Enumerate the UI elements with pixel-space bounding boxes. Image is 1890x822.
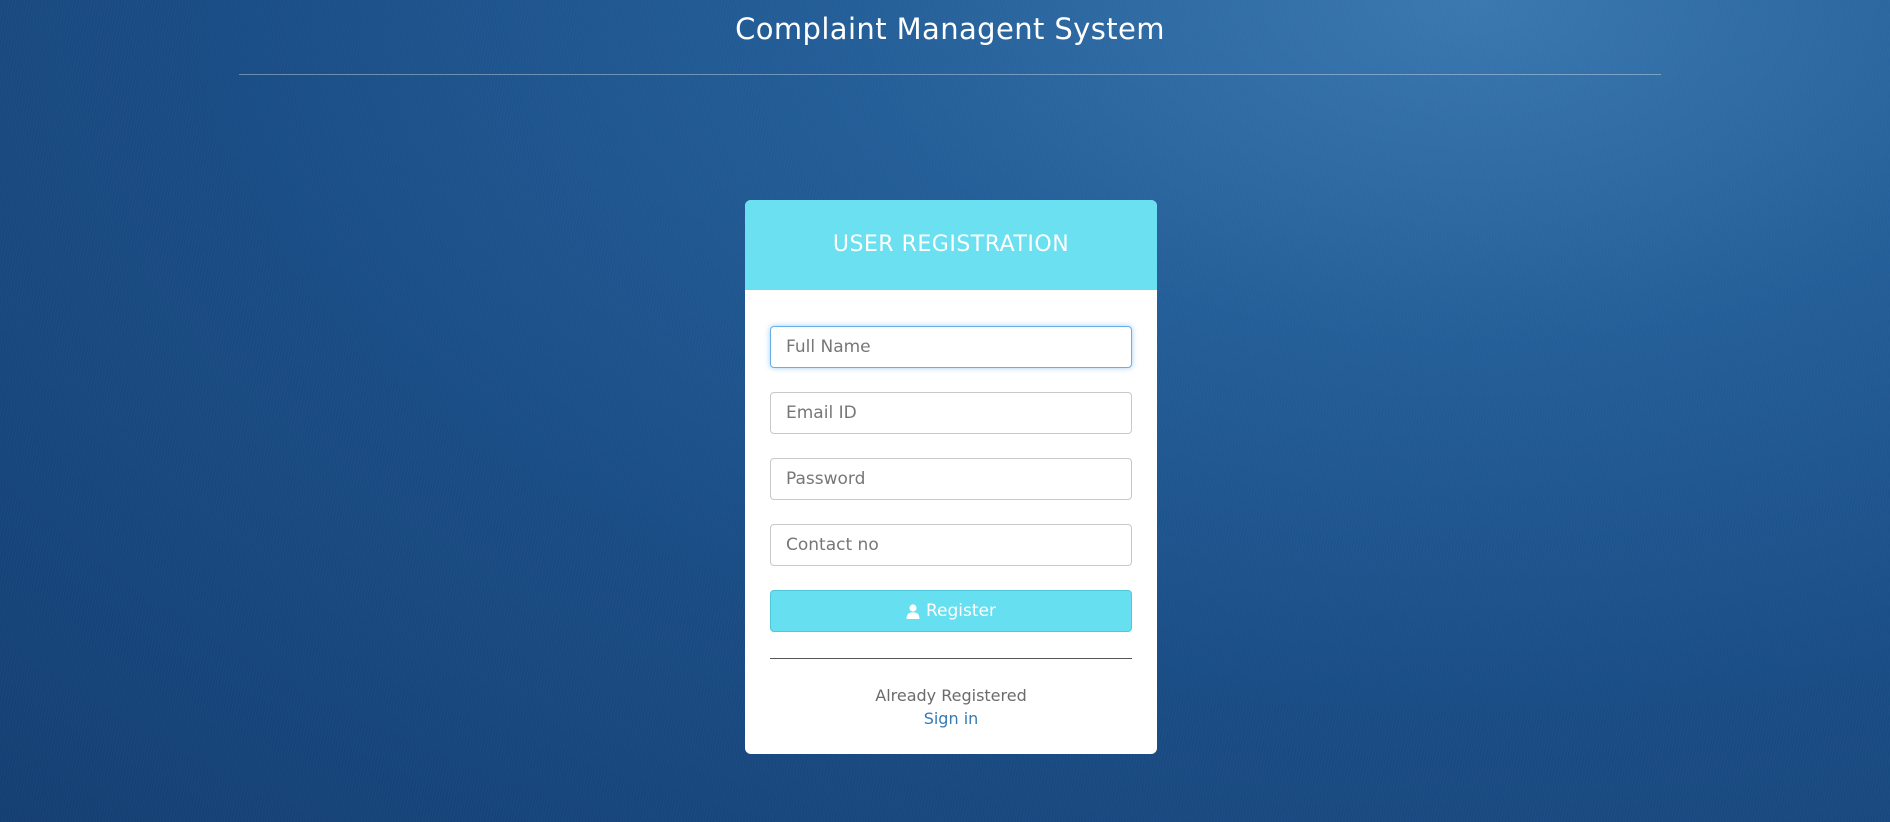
card-header: USER REGISTRATION (745, 200, 1157, 290)
email-input[interactable] (770, 392, 1132, 434)
user-icon (906, 603, 920, 619)
divider (770, 658, 1132, 659)
password-input[interactable] (770, 458, 1132, 500)
contact-input[interactable] (770, 524, 1132, 566)
page-title: Complaint Managent System (735, 12, 1165, 46)
card-title: USER REGISTRATION (832, 232, 1070, 257)
sign-in-link[interactable]: Sign in (924, 707, 979, 731)
registration-card: USER REGISTRATION Register Already Regis… (745, 200, 1157, 754)
page-header: Complaint Managent System (239, 0, 1661, 75)
signin-footer: Already Registered Sign in (770, 685, 1132, 731)
full-name-input[interactable] (770, 326, 1132, 368)
register-button[interactable]: Register (770, 590, 1132, 632)
already-registered-text: Already Registered (875, 686, 1027, 705)
registration-form: Register Already Registered Sign in (745, 290, 1157, 731)
register-button-label: Register (926, 601, 996, 621)
